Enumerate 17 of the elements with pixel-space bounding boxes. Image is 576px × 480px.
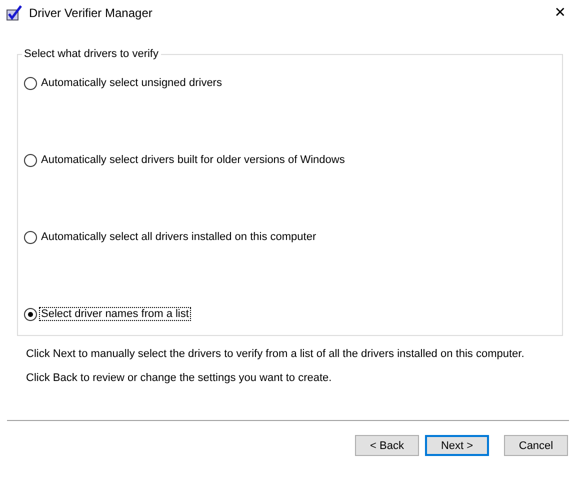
- checkmark-icon: [6, 5, 22, 21]
- radio-option[interactable]: Automatically select drivers built for older versions of Windows: [24, 151, 554, 169]
- group-title: Select what drivers to verify: [23, 48, 160, 60]
- dialog-button[interactable]: < Back: [355, 435, 419, 456]
- radio-button[interactable]: [24, 154, 37, 166]
- hint-text: Click Back to review or change the settings you want to create.: [26, 372, 333, 384]
- close-button[interactable]: ✕: [550, 5, 570, 21]
- radio-option[interactable]: Automatically select all drivers installed on this computer: [24, 228, 554, 246]
- window-title: Driver Verifier Manager: [29, 6, 152, 20]
- radio-button[interactable]: [24, 76, 37, 90]
- radio-option[interactable]: Select driver names from a list: [24, 305, 554, 323]
- dialog-button[interactable]: Next >: [425, 435, 489, 456]
- radio-button[interactable]: [24, 308, 37, 320]
- dialog-button[interactable]: Cancel: [504, 435, 568, 456]
- hint-text: Click Next to manually select the drivers to verify from a list of all the drivers installed on this computer.: [26, 348, 526, 360]
- radio-button[interactable]: [24, 230, 37, 244]
- radio-option[interactable]: Automatically select unsigned drivers: [24, 74, 554, 92]
